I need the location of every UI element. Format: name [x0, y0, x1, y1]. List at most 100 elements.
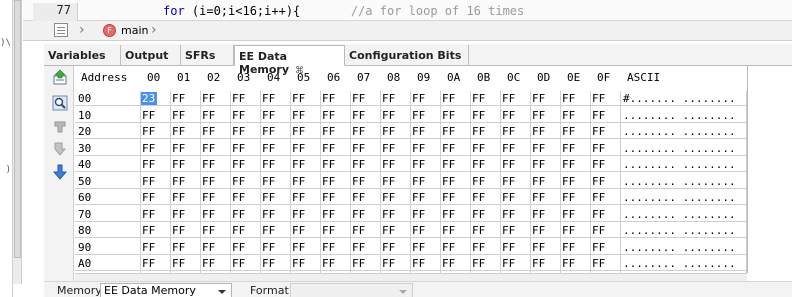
move-down-disabled-icon[interactable] [52, 141, 68, 157]
memory-cell[interactable]: FF [592, 208, 605, 221]
table-row[interactable]: 00 23 FF FF FF FF FF FF FF FF FF FF FF FF FF FF FF #.....… [75, 91, 747, 106]
memory-cell[interactable]: FF [472, 241, 485, 254]
memory-cell[interactable]: FF [592, 125, 605, 138]
memory-cell[interactable]: FF [172, 191, 185, 204]
memory-cell[interactable]: FF [322, 92, 335, 105]
memory-cell[interactable]: FF [142, 125, 155, 138]
memory-cell[interactable]: FF [382, 191, 395, 204]
memory-cell[interactable]: FF [232, 241, 245, 254]
memory-cell[interactable]: FF [592, 92, 605, 105]
memory-cell[interactable]: FF [292, 125, 305, 138]
table-row[interactable]: 80 FF FF FF FF FF FF FF FF FF FF FF FF FF FF FF FF......… [75, 223, 747, 238]
memory-cell[interactable]: FF [382, 92, 395, 105]
memory-cell[interactable]: FF [322, 224, 335, 237]
memory-cell[interactable]: FF [532, 224, 545, 237]
memory-cell[interactable]: FF [232, 257, 245, 270]
memory-cell[interactable]: FF [442, 208, 455, 221]
memory-cell[interactable]: FF [232, 224, 245, 237]
memory-cell[interactable]: FF [262, 191, 275, 204]
memory-cell[interactable]: FF [532, 142, 545, 155]
memory-cell[interactable]: FF [322, 191, 335, 204]
ascii-cell[interactable]: ........ ........ [623, 224, 736, 237]
memory-cell[interactable]: FF [502, 191, 515, 204]
memory-cell[interactable]: FF [262, 109, 275, 122]
memory-cell[interactable]: FF [562, 257, 575, 270]
memory-cell[interactable]: FF [382, 109, 395, 122]
memory-cell[interactable]: FF [532, 257, 545, 270]
memory-cell[interactable]: FF [292, 191, 305, 204]
memory-cell[interactable]: FF [412, 191, 425, 204]
memory-cell[interactable]: FF [172, 224, 185, 237]
memory-cell[interactable]: FF [202, 208, 215, 221]
memory-cell[interactable]: FF [502, 208, 515, 221]
memory-cell[interactable]: FF [352, 191, 365, 204]
memory-cell[interactable]: FF [262, 92, 275, 105]
format-select[interactable] [290, 283, 413, 297]
memory-cell[interactable]: FF [472, 257, 485, 270]
memory-cell[interactable]: FF [172, 92, 185, 105]
memory-cell[interactable]: FF [202, 125, 215, 138]
memory-cell[interactable]: FF [232, 92, 245, 105]
memory-cell[interactable]: FF [202, 257, 215, 270]
memory-cell[interactable]: FF [412, 175, 425, 188]
memory-cell[interactable]: FF [232, 191, 245, 204]
memory-cell[interactable]: FF [292, 142, 305, 155]
memory-cell[interactable]: FF [262, 208, 275, 221]
memory-cell[interactable]: FF [142, 257, 155, 270]
ascii-cell[interactable]: ........ ........ [623, 158, 736, 171]
memory-cell[interactable]: FF [562, 109, 575, 122]
memory-cell[interactable]: FF [202, 142, 215, 155]
memory-cell[interactable]: FF [532, 92, 545, 105]
memory-cell[interactable]: FF [592, 257, 605, 270]
memory-cell[interactable]: FF [142, 142, 155, 155]
memory-cell[interactable]: FF [202, 109, 215, 122]
memory-cell[interactable]: FF [442, 92, 455, 105]
memory-cell[interactable]: FF [382, 142, 395, 155]
document-icon[interactable] [54, 23, 68, 37]
memory-cell[interactable]: FF [202, 92, 215, 105]
memory-cell[interactable]: FF [232, 158, 245, 171]
memory-cell[interactable]: FF [442, 224, 455, 237]
memory-cell[interactable]: FF [472, 208, 485, 221]
memory-cell[interactable]: FF [472, 109, 485, 122]
memory-grid[interactable]: Address 00 01 02 03 04 05 06 07 08 09 0A… [75, 66, 747, 273]
table-row[interactable]: A0 FF FF FF FF FF FF FF FF FF FF FF FF FF FF FF FF......… [75, 256, 747, 271]
memory-cell[interactable]: FF [502, 241, 515, 254]
ascii-cell[interactable]: ........ ........ [623, 109, 736, 122]
memory-cell[interactable]: FF [472, 125, 485, 138]
memory-cell[interactable]: FF [382, 257, 395, 270]
chevron-right-icon[interactable]: › [79, 22, 85, 38]
memory-cell[interactable]: FF [592, 109, 605, 122]
memory-cell[interactable]: FF [412, 257, 425, 270]
memory-cell[interactable]: FF [142, 224, 155, 237]
ascii-cell[interactable]: ........ ........ [623, 257, 736, 270]
memory-cell[interactable]: FF [532, 191, 545, 204]
memory-cell[interactable]: FF [502, 109, 515, 122]
memory-cell[interactable]: FF [172, 125, 185, 138]
horizontal-scrollbar[interactable] [75, 273, 747, 281]
table-row[interactable]: 50 FF FF FF FF FF FF FF FF FF FF FF FF FF FF FF FF......… [75, 174, 747, 189]
table-row[interactable]: 60 FF FF FF FF FF FF FF FF FF FF FF FF FF FF FF FF......… [75, 190, 747, 205]
memory-cell[interactable]: FF [262, 125, 275, 138]
memory-cell[interactable]: FF [592, 142, 605, 155]
memory-cell[interactable]: FF [322, 158, 335, 171]
memory-cell[interactable]: FF [442, 142, 455, 155]
memory-cell[interactable]: FF [472, 224, 485, 237]
memory-cell[interactable]: FF [382, 224, 395, 237]
memory-cell[interactable]: FF [532, 175, 545, 188]
memory-cell[interactable]: FF [292, 224, 305, 237]
tab-output[interactable]: Output [121, 45, 181, 66]
move-up-icon[interactable] [52, 119, 68, 135]
tab-configuration-bits[interactable]: Configuration Bits [345, 45, 469, 66]
memory-cell[interactable]: 23 [140, 92, 158, 105]
memory-cell[interactable]: FF [352, 208, 365, 221]
memory-cell[interactable]: FF [322, 109, 335, 122]
memory-cell[interactable]: FF [172, 142, 185, 155]
memory-cell[interactable]: FF [592, 158, 605, 171]
memory-cell[interactable]: FF [502, 142, 515, 155]
memory-cell[interactable]: FF [472, 175, 485, 188]
scrollbar-thumb[interactable] [14, 0, 21, 258]
memory-cell[interactable]: FF [322, 142, 335, 155]
memory-cell[interactable]: FF [142, 158, 155, 171]
memory-cell[interactable]: FF [142, 191, 155, 204]
